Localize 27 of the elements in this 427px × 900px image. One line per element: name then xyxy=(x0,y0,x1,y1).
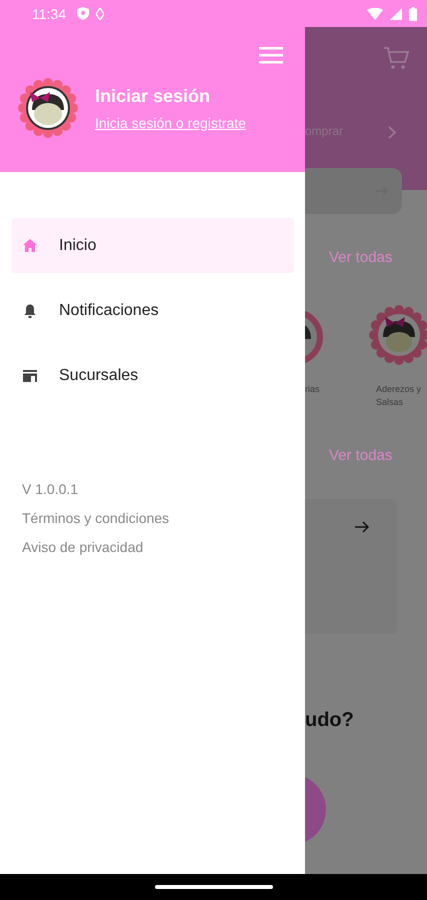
drawer-item[interactable]: Notificaciones xyxy=(12,283,294,338)
cart-icon xyxy=(383,46,409,70)
avatar-icon xyxy=(18,78,78,138)
bell-icon xyxy=(23,304,37,318)
status-time: 11:34 xyxy=(32,6,66,22)
store-icon xyxy=(23,370,37,382)
data-icon xyxy=(96,8,104,20)
wifi-icon xyxy=(367,8,383,20)
search-field[interactable] xyxy=(305,168,402,214)
shield-icon xyxy=(77,7,89,20)
drawer-item[interactable]: Sucursales xyxy=(12,348,294,403)
sign-in-link[interactable]: Inicia sesión o registrate xyxy=(95,114,246,130)
battery-icon xyxy=(409,6,417,20)
home-icon xyxy=(23,239,37,252)
chevron-right-icon xyxy=(388,126,396,139)
category-name: rias xyxy=(305,383,320,396)
signal-icon xyxy=(390,8,402,20)
footer-link[interactable]: Aviso de privacidad xyxy=(22,539,144,555)
category-name: Aderezos y Salsas xyxy=(376,383,422,409)
menu-button[interactable] xyxy=(259,46,283,64)
arrow-right-icon xyxy=(355,521,369,533)
drawer-item[interactable]: Inicio xyxy=(12,218,294,273)
home-handle[interactable] xyxy=(154,885,272,889)
sign-in-title: Iniciar sesión xyxy=(95,86,212,106)
version-text: V 1.0.0.1 xyxy=(22,481,78,497)
footer-link[interactable]: Términos y condiciones xyxy=(22,510,170,526)
section-heading: udo? xyxy=(305,709,354,732)
